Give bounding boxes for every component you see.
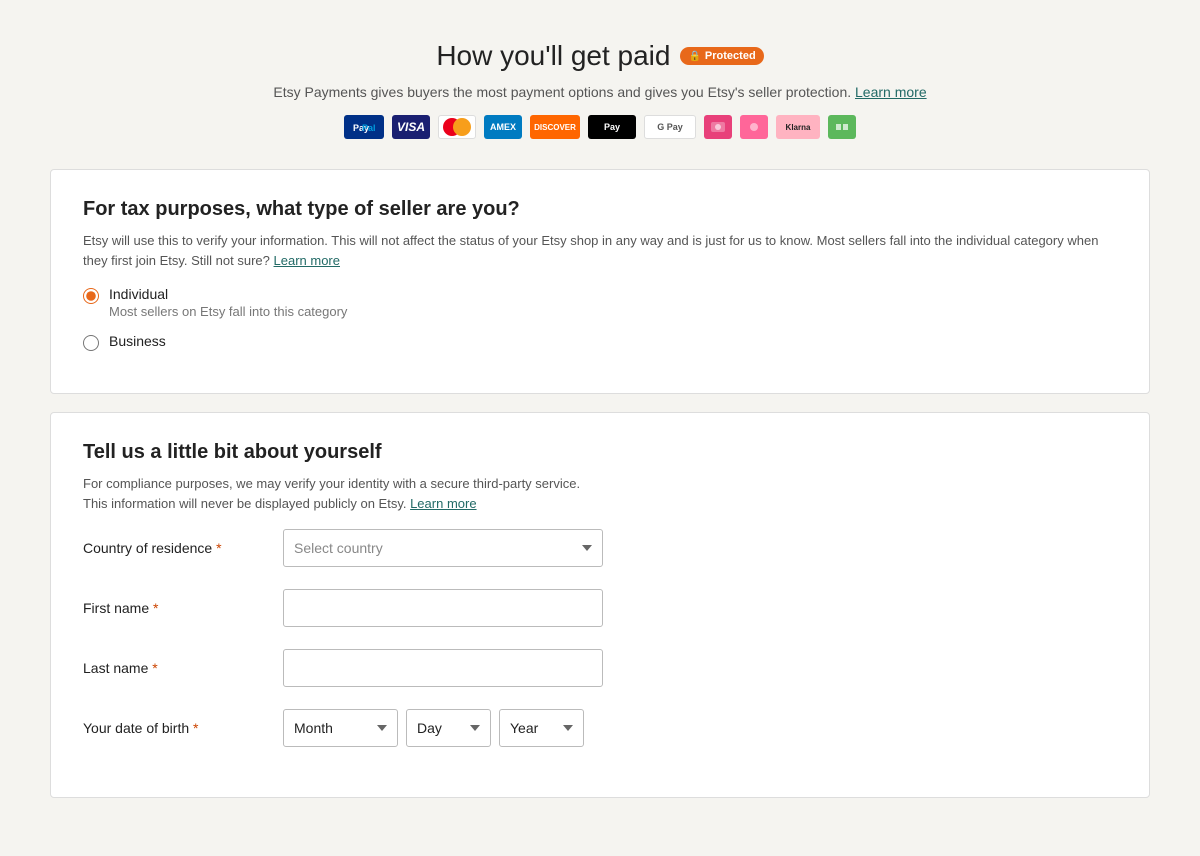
first-name-input[interactable] [283,589,603,627]
seller-type-title: For tax purposes, what type of seller ar… [83,198,1117,221]
payment-icons: PayPal VISA AMEX DISCOVER Pay G Pay [50,115,1150,139]
header-description: Etsy Payments gives buyers the most paym… [50,82,1150,103]
individual-label: Individual [109,286,347,302]
payment-icon-2 [740,115,768,139]
first-name-label: First name * [83,600,283,616]
day-select[interactable]: Day for(let i=1;i<=31;i++) document.writ… [406,709,491,747]
payment-icon-3 [828,115,856,139]
about-title: Tell us a little bit about yourself [83,441,1117,464]
first-name-form-row: First name * [83,589,1117,627]
about-description: For compliance purposes, we may verify y… [83,474,1117,513]
seller-type-description: Etsy will use this to verify your inform… [83,231,1117,270]
last-name-label: Last name * [83,660,283,676]
month-select[interactable]: Month January February March April May J… [283,709,398,747]
lock-icon: 🔒 [688,51,700,62]
about-yourself-card: Tell us a little bit about yourself For … [50,412,1150,798]
header-learn-more-link[interactable]: Learn more [855,84,927,100]
country-required-star: * [216,540,221,556]
country-label: Country of residence * [83,540,283,556]
individual-radio-option[interactable]: Individual Most sellers on Etsy fall int… [83,286,1117,319]
individual-radio-input[interactable] [83,288,99,304]
last-name-form-row: Last name * [83,649,1117,687]
protected-badge: 🔒 Protected [680,47,763,65]
apple-pay-icon: Pay [588,115,636,139]
business-radio-input[interactable] [83,335,99,351]
dob-form-row: Your date of birth * Month January Febru… [83,709,1117,747]
dob-required-star: * [193,720,198,736]
header-section: How you'll get paid 🔒 Protected Etsy Pay… [50,40,1150,139]
business-label: Business [109,333,166,349]
date-row: Month January February March April May J… [283,709,584,747]
seller-type-desc-text: Etsy will use this to verify your inform… [83,233,1098,268]
google-pay-icon: G Pay [644,115,696,139]
header-desc-text: Etsy Payments gives buyers the most paym… [273,84,851,100]
last-name-input[interactable] [283,649,603,687]
year-select[interactable]: Year for(let y=new Date().getFullYear()-… [499,709,584,747]
visa-icon: VISA [392,115,430,139]
first-name-required-star: * [153,600,158,616]
last-name-required-star: * [152,660,157,676]
mastercard-icon [438,115,476,139]
seller-type-card: For tax purposes, what type of seller ar… [50,169,1150,394]
business-radio-option[interactable]: Business [83,333,1117,351]
protected-label: Protected [705,50,756,62]
about-learn-more-link[interactable]: Learn more [410,496,476,511]
page-wrapper: How you'll get paid 🔒 Protected Etsy Pay… [50,40,1150,816]
amex-icon: AMEX [484,115,522,139]
header-title-row: How you'll get paid 🔒 Protected [50,40,1150,72]
paypal-icon: PayPal [344,115,384,139]
svg-text:Pal: Pal [362,123,375,133]
country-form-row: Country of residence * Select country Un… [83,529,1117,567]
seller-type-learn-more-link[interactable]: Learn more [274,253,340,268]
klarna-icon: Klarna [776,115,820,139]
discover-icon: DISCOVER [530,115,580,139]
page-title: How you'll get paid [436,40,670,72]
payment-icon-1 [704,115,732,139]
individual-sublabel: Most sellers on Etsy fall into this cate… [109,304,347,319]
country-select[interactable]: Select country United States United King… [283,529,603,567]
dob-label: Your date of birth * [83,720,283,736]
